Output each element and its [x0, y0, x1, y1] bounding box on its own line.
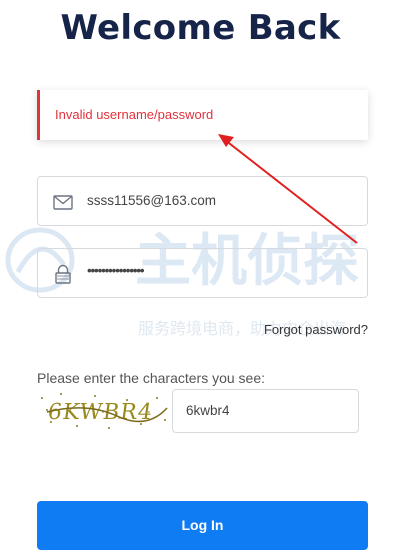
password-value: •••••••••••••••• [87, 263, 145, 278]
email-field[interactable]: ssss11556@163.com [37, 176, 368, 226]
email-value: ssss11556@163.com [87, 193, 217, 208]
error-alert: Invalid username/password [37, 90, 368, 140]
login-button[interactable]: Log In [37, 501, 368, 550]
password-field[interactable]: •••••••••••••••• [37, 248, 368, 298]
forgot-password-link[interactable]: Forgot password? [264, 322, 368, 337]
page-title: Welcome Back [60, 8, 341, 48]
lock-icon [55, 264, 71, 284]
mail-icon [53, 195, 73, 210]
captcha-input[interactable]: 6kwbr4 [172, 389, 359, 433]
error-message: Invalid username/password [55, 107, 214, 122]
captcha-image[interactable]: 6KWBR4 [37, 390, 169, 432]
captcha-label: Please enter the characters you see: [37, 370, 266, 386]
